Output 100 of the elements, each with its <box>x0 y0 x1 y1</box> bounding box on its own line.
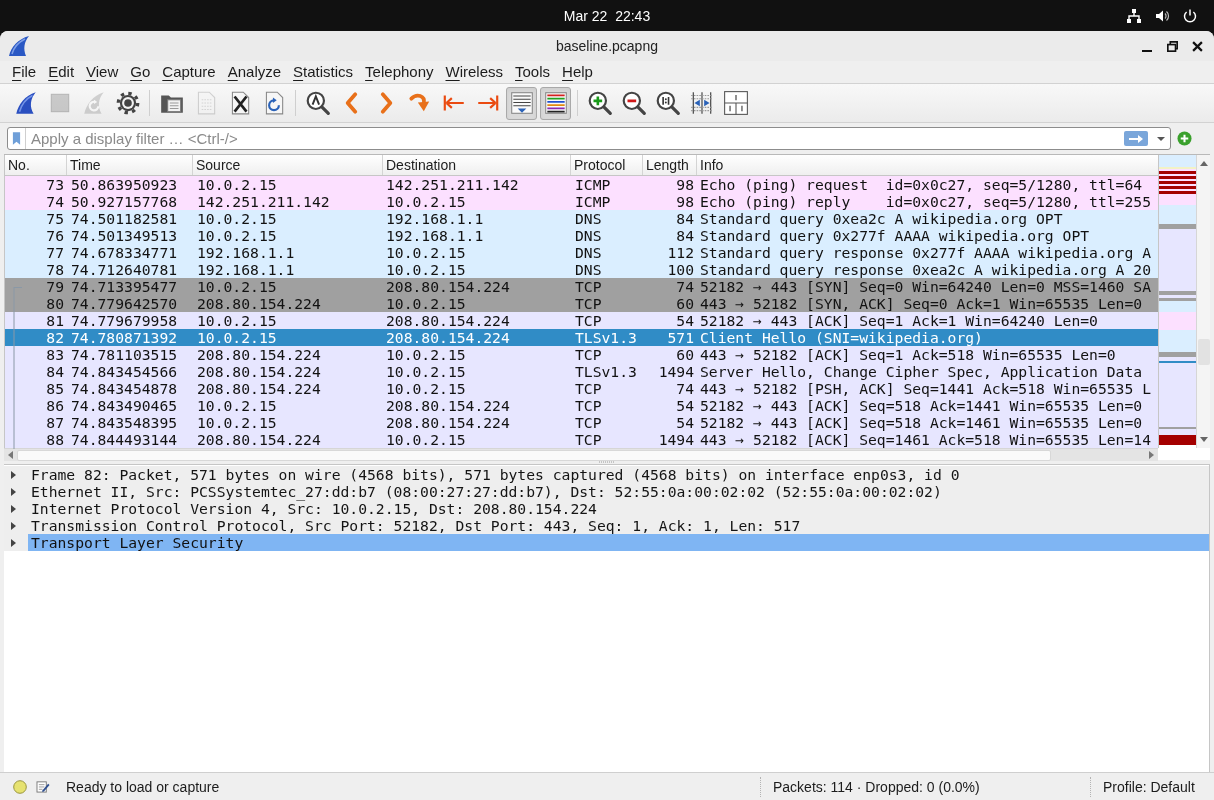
scroll-left-icon[interactable] <box>8 451 13 459</box>
packet-row[interactable]: 84 74.843454566 208.80.154.224 10.0.2.15 TLSv1.3 1494 Server Hello, Change Cipher Spec, Application Data <box>5 363 1158 380</box>
network-icon[interactable] <box>1126 7 1142 24</box>
table-cell: 10.0.2.15 <box>197 329 277 346</box>
profile-label[interactable]: Profile: Default <box>1091 777 1195 796</box>
column-header[interactable]: No. <box>5 155 67 175</box>
column-header[interactable]: Source <box>193 155 383 175</box>
packet-row[interactable]: 83 74.781103515 208.80.154.224 10.0.2.15 TCP 60 443 → 52182 [ACK] Seq=1 Ack=518 Win=65535 Len=0 <box>5 346 1158 363</box>
table-cell: 1494 <box>658 431 694 448</box>
scroll-right-icon[interactable] <box>1149 451 1154 459</box>
status-message: Ready to load or capture <box>66 777 220 796</box>
scrollbar-thumb[interactable] <box>1197 339 1210 365</box>
packet-row[interactable]: 87 74.843548395 10.0.2.15 208.80.154.224 TCP 54 52182 → 443 [ACK] Seq=518 Ack=1461 Win=65535 Len=0 <box>5 414 1158 431</box>
table-cell: 10.0.2.15 <box>386 380 466 397</box>
menu-item[interactable]: Help <box>556 61 599 83</box>
table-cell: 74.843548395 <box>71 414 178 431</box>
packet-row[interactable]: 75 74.501182581 10.0.2.15 192.168.1.1 DNS 84 Standard query 0xea2c A wikipedia.org OPT <box>5 210 1158 227</box>
table-cell: 74.843454878 <box>71 380 178 397</box>
column-header[interactable]: Protocol <box>571 155 643 175</box>
tree-item[interactable]: Transport Layer Security <box>28 534 1209 551</box>
column-header[interactable]: Time <box>67 155 193 175</box>
colored-lines-icon <box>542 90 569 116</box>
packet-row[interactable]: 79 74.713395477 10.0.2.15 208.80.154.224 TCP 74 52182 → 443 [SYN] Seq=0 Win=64240 Len=0 MSS=1460 SA <box>5 278 1158 295</box>
packet-row[interactable]: 81 74.779679958 10.0.2.15 208.80.154.224 TCP 54 52182 → 443 [ACK] Seq=1 Ack=1 Win=64240 Len=0 <box>5 312 1158 329</box>
menu-item[interactable]: View <box>80 61 125 83</box>
table-cell: DNS <box>575 244 602 261</box>
menu-item[interactable]: Wireless <box>439 61 510 83</box>
menu-item[interactable]: Analyze <box>221 61 288 83</box>
auto-scroll-button[interactable] <box>506 86 537 120</box>
table-cell: 192.168.1.1 <box>386 210 484 227</box>
app-logo-icon <box>8 35 30 57</box>
expand-arrow-icon[interactable] <box>11 504 16 513</box>
power-icon[interactable] <box>1182 7 1198 24</box>
table-cell: 10.0.2.15 <box>197 176 277 193</box>
scrollbar-thumb[interactable] <box>17 449 1051 461</box>
table-cell: 10.0.2.15 <box>386 193 466 210</box>
table-cell: 208.80.154.224 <box>197 380 321 397</box>
scroll-up-icon[interactable] <box>1199 161 1208 166</box>
packet-row[interactable]: 78 74.712640781 192.168.1.1 10.0.2.15 DNS 100 Standard query response 0xea2c A wikipedia.org A 20 <box>5 261 1158 278</box>
column-header[interactable]: Destination <box>383 155 571 175</box>
table-cell: 98 <box>676 193 694 210</box>
colorize-button[interactable] <box>540 86 571 120</box>
packet-row[interactable]: 76 74.501349513 10.0.2.15 192.168.1.1 DNS 84 Standard query 0x277f AAAA wikipedia.org OPT <box>5 227 1158 244</box>
scroll-down-icon[interactable] <box>1199 437 1208 442</box>
menu-item[interactable]: Capture <box>156 61 222 83</box>
table-cell: 208.80.154.224 <box>386 414 510 431</box>
packet-row[interactable]: 88 74.844493144 208.80.154.224 10.0.2.15 TCP 1494 443 → 52182 [ACK] Seq=1461 Ack=518 Win=65535 Len=14 <box>5 431 1158 448</box>
menu-item[interactable]: Statistics <box>287 61 360 83</box>
table-cell: 50.927157768 <box>71 193 178 210</box>
caret-icon <box>1157 136 1165 141</box>
table-cell: 443 → 52182 [ACK] Seq=1 Ack=518 Win=65535 Len=0 <box>700 346 1116 363</box>
table-cell: 10.0.2.15 <box>197 397 277 414</box>
menu-item[interactable]: Tools <box>509 61 557 83</box>
table-cell: 208.80.154.224 <box>386 329 510 346</box>
clock[interactable]: Mar 22 22:43 <box>563 6 651 25</box>
table-cell: 86 <box>46 397 64 414</box>
table-cell: 84 <box>46 363 64 380</box>
table-cell: 87 <box>46 414 64 431</box>
table-cell: 54 <box>676 414 694 431</box>
packet-row[interactable]: 74 50.927157768 142.251.211.142 10.0.2.15 ICMP 98 Echo (ping) reply id=0x0c27, seq=5/1280, ttl=255 <box>5 193 1158 210</box>
table-cell: 192.168.1.1 <box>197 244 295 261</box>
menu-item[interactable]: File <box>6 61 43 83</box>
expand-arrow-icon[interactable] <box>11 521 16 530</box>
packet-row[interactable]: 85 74.843454878 208.80.154.224 10.0.2.15 TCP 74 443 → 52182 [PSH, ACK] Seq=1441 Ack=518 Win=65535 L <box>5 380 1158 397</box>
packet-row[interactable]: 80 74.779642570 208.80.154.224 10.0.2.15 TCP 60 443 → 52182 [SYN, ACK] Seq=0 Ack=1 Win=65535 Len=0 <box>5 295 1158 312</box>
menu-item[interactable]: Telephony <box>359 61 440 83</box>
vertical-scrollbar[interactable] <box>1196 155 1210 448</box>
table-cell: 75 <box>46 210 64 227</box>
table-cell: Client Hello (SNI=wikipedia.org) <box>700 329 983 346</box>
note-pencil-icon[interactable] <box>36 780 51 793</box>
add-filter-button[interactable] <box>1177 131 1192 146</box>
packet-minimap[interactable] <box>1158 155 1196 448</box>
close-icon <box>1191 40 1203 52</box>
packet-row[interactable]: 73 50.863950923 10.0.2.15 142.251.211.142 ICMP 98 Echo (ping) request id=0x0c27, seq=5/1280, ttl=64 <box>5 176 1158 193</box>
layout-panes-icon <box>722 90 749 116</box>
table-cell: 85 <box>46 380 64 397</box>
table-cell: 54 <box>676 397 694 414</box>
table-cell: 10.0.2.15 <box>197 278 277 295</box>
table-cell: 208.80.154.224 <box>386 312 510 329</box>
table-cell: 208.80.154.224 <box>197 346 321 363</box>
menu-item[interactable]: Go <box>124 61 157 83</box>
packet-row[interactable]: 86 74.843490465 10.0.2.15 208.80.154.224 TCP 54 52182 → 443 [ACK] Seq=518 Ack=1441 Win=65535 Len=0 <box>5 397 1158 414</box>
table-cell: 10.0.2.15 <box>197 414 277 431</box>
expand-arrow-icon[interactable] <box>11 470 16 479</box>
restore-icon <box>1166 40 1178 52</box>
splitter-handle-icon[interactable] <box>599 461 615 463</box>
table-cell: 74.713395477 <box>71 278 178 295</box>
table-cell: 88 <box>46 431 64 448</box>
table-cell: Server Hello, Change Cipher Spec, Application Data <box>700 363 1143 380</box>
table-cell: 74.779679958 <box>71 312 178 329</box>
expand-arrow-icon[interactable] <box>11 538 16 547</box>
table-cell: 74.781103515 <box>71 346 178 363</box>
menu-item[interactable]: Edit <box>42 61 81 83</box>
packet-row[interactable]: 82 74.780871392 10.0.2.15 208.80.154.224 TLSv1.3 571 Client Hello (SNI=wikipedia.org) <box>5 329 1158 346</box>
horizontal-scrollbar[interactable] <box>4 448 1158 461</box>
expand-arrow-icon[interactable] <box>11 487 16 496</box>
table-cell: TCP <box>575 414 602 431</box>
table-cell: 74.780871392 <box>71 329 178 346</box>
column-header[interactable]: Length <box>643 155 697 175</box>
packet-row[interactable]: 77 74.678334771 192.168.1.1 10.0.2.15 DNS 112 Standard query response 0x277f AAAA wikipedia.org A <box>5 244 1158 261</box>
